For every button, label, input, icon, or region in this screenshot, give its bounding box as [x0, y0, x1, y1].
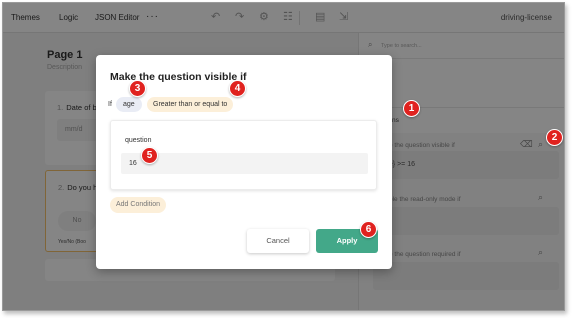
callout-marker: 1 — [403, 100, 420, 117]
operator-selector[interactable]: Greater than or equal to — [147, 97, 234, 112]
editor-window: Themes Logic JSON Editor ··· ↶ ↷ ⚙ ☷ ▤ ⇲… — [2, 2, 565, 311]
callout-marker: 5 — [141, 147, 158, 164]
add-condition-button[interactable]: Add Condition — [110, 197, 166, 213]
if-label: If — [108, 101, 112, 108]
callout-marker: 4 — [229, 80, 246, 97]
value-input[interactable]: 16 — [121, 153, 368, 174]
callout-marker: 2 — [546, 129, 563, 146]
value-label: question — [125, 137, 152, 144]
question-selector[interactable]: age — [116, 97, 142, 112]
callout-marker: 3 — [129, 80, 146, 97]
callout-marker: 6 — [360, 221, 377, 238]
dialog-title: Make the question visible if — [110, 71, 247, 83]
cancel-button[interactable]: Cancel — [247, 229, 309, 253]
